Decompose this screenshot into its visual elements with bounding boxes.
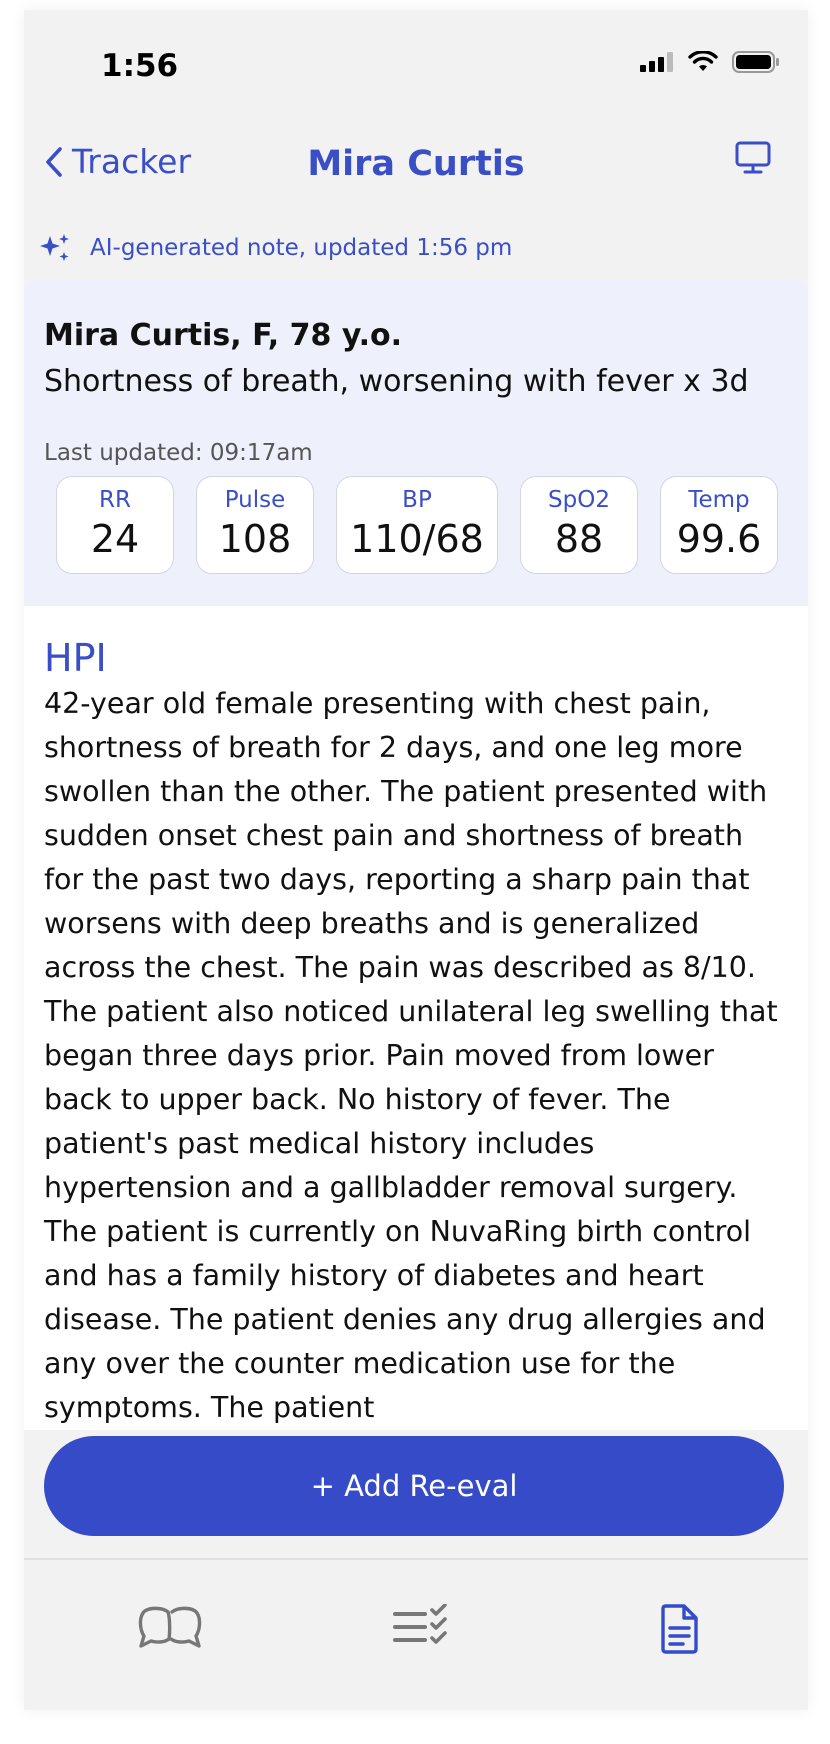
add-reeval-button[interactable]: + Add Re-eval (44, 1436, 784, 1536)
phone-screen: 1:56 Tracker Mira Curtis AI-generated no… (24, 10, 808, 1710)
tab-note[interactable] (658, 1604, 700, 1658)
tab-conversation[interactable] (138, 1604, 202, 1654)
status-icons (640, 50, 780, 74)
page-title: Mira Curtis (307, 144, 525, 184)
hpi-heading: HPI (44, 636, 107, 680)
last-updated: Last updated: 09:17am (44, 440, 313, 466)
document-icon (661, 1604, 698, 1654)
patient-summary-card: Mira Curtis, F, 78 y.o. Shortness of bre… (24, 280, 808, 606)
vital-bp: BP 110/68 (336, 476, 498, 574)
tab-checklist[interactable] (392, 1603, 450, 1654)
status-bar: 1:56 (24, 10, 808, 110)
vital-value: 108 (218, 517, 292, 561)
vital-value: 99.6 (676, 517, 762, 561)
vital-label: SpO2 (548, 487, 610, 513)
vital-pulse: Pulse 108 (196, 476, 314, 574)
vital-label: BP (402, 487, 432, 513)
wifi-icon (688, 51, 718, 71)
navigation-bar: Tracker Mira Curtis (24, 130, 808, 200)
checklist-icon (393, 1603, 447, 1644)
tab-bar (24, 1558, 808, 1710)
vital-value: 24 (90, 517, 140, 561)
vital-label: Pulse (224, 487, 286, 513)
note-content[interactable]: HPI 42-year old female presenting with c… (24, 606, 808, 1430)
monitor-icon (735, 141, 771, 174)
monitor-button[interactable] (734, 140, 772, 180)
vital-temp: Temp 99.6 (660, 476, 778, 574)
vital-value: 110/68 (350, 517, 484, 561)
ai-note-label: AI-generated note, updated 1:56 pm (90, 235, 513, 261)
chat-bubbles-icon (138, 1606, 202, 1648)
battery-icon (732, 51, 779, 73)
status-time: 1:56 (101, 48, 179, 84)
ai-note-banner: AI-generated note, updated 1:56 pm (38, 232, 512, 264)
vital-label: RR (99, 487, 131, 513)
vital-value: 88 (554, 517, 604, 561)
vital-spo2: SpO2 88 (520, 476, 638, 574)
sparkles-icon (40, 234, 69, 261)
cellular-signal-icon (640, 52, 673, 72)
vital-rr: RR 24 (56, 476, 174, 574)
chief-complaint: Shortness of breath, worsening with feve… (44, 364, 749, 399)
patient-info: Mira Curtis, F, 78 y.o. (44, 318, 403, 353)
hpi-text: 42-year old female presenting with chest… (44, 687, 778, 1424)
vital-label: Temp (688, 487, 750, 513)
